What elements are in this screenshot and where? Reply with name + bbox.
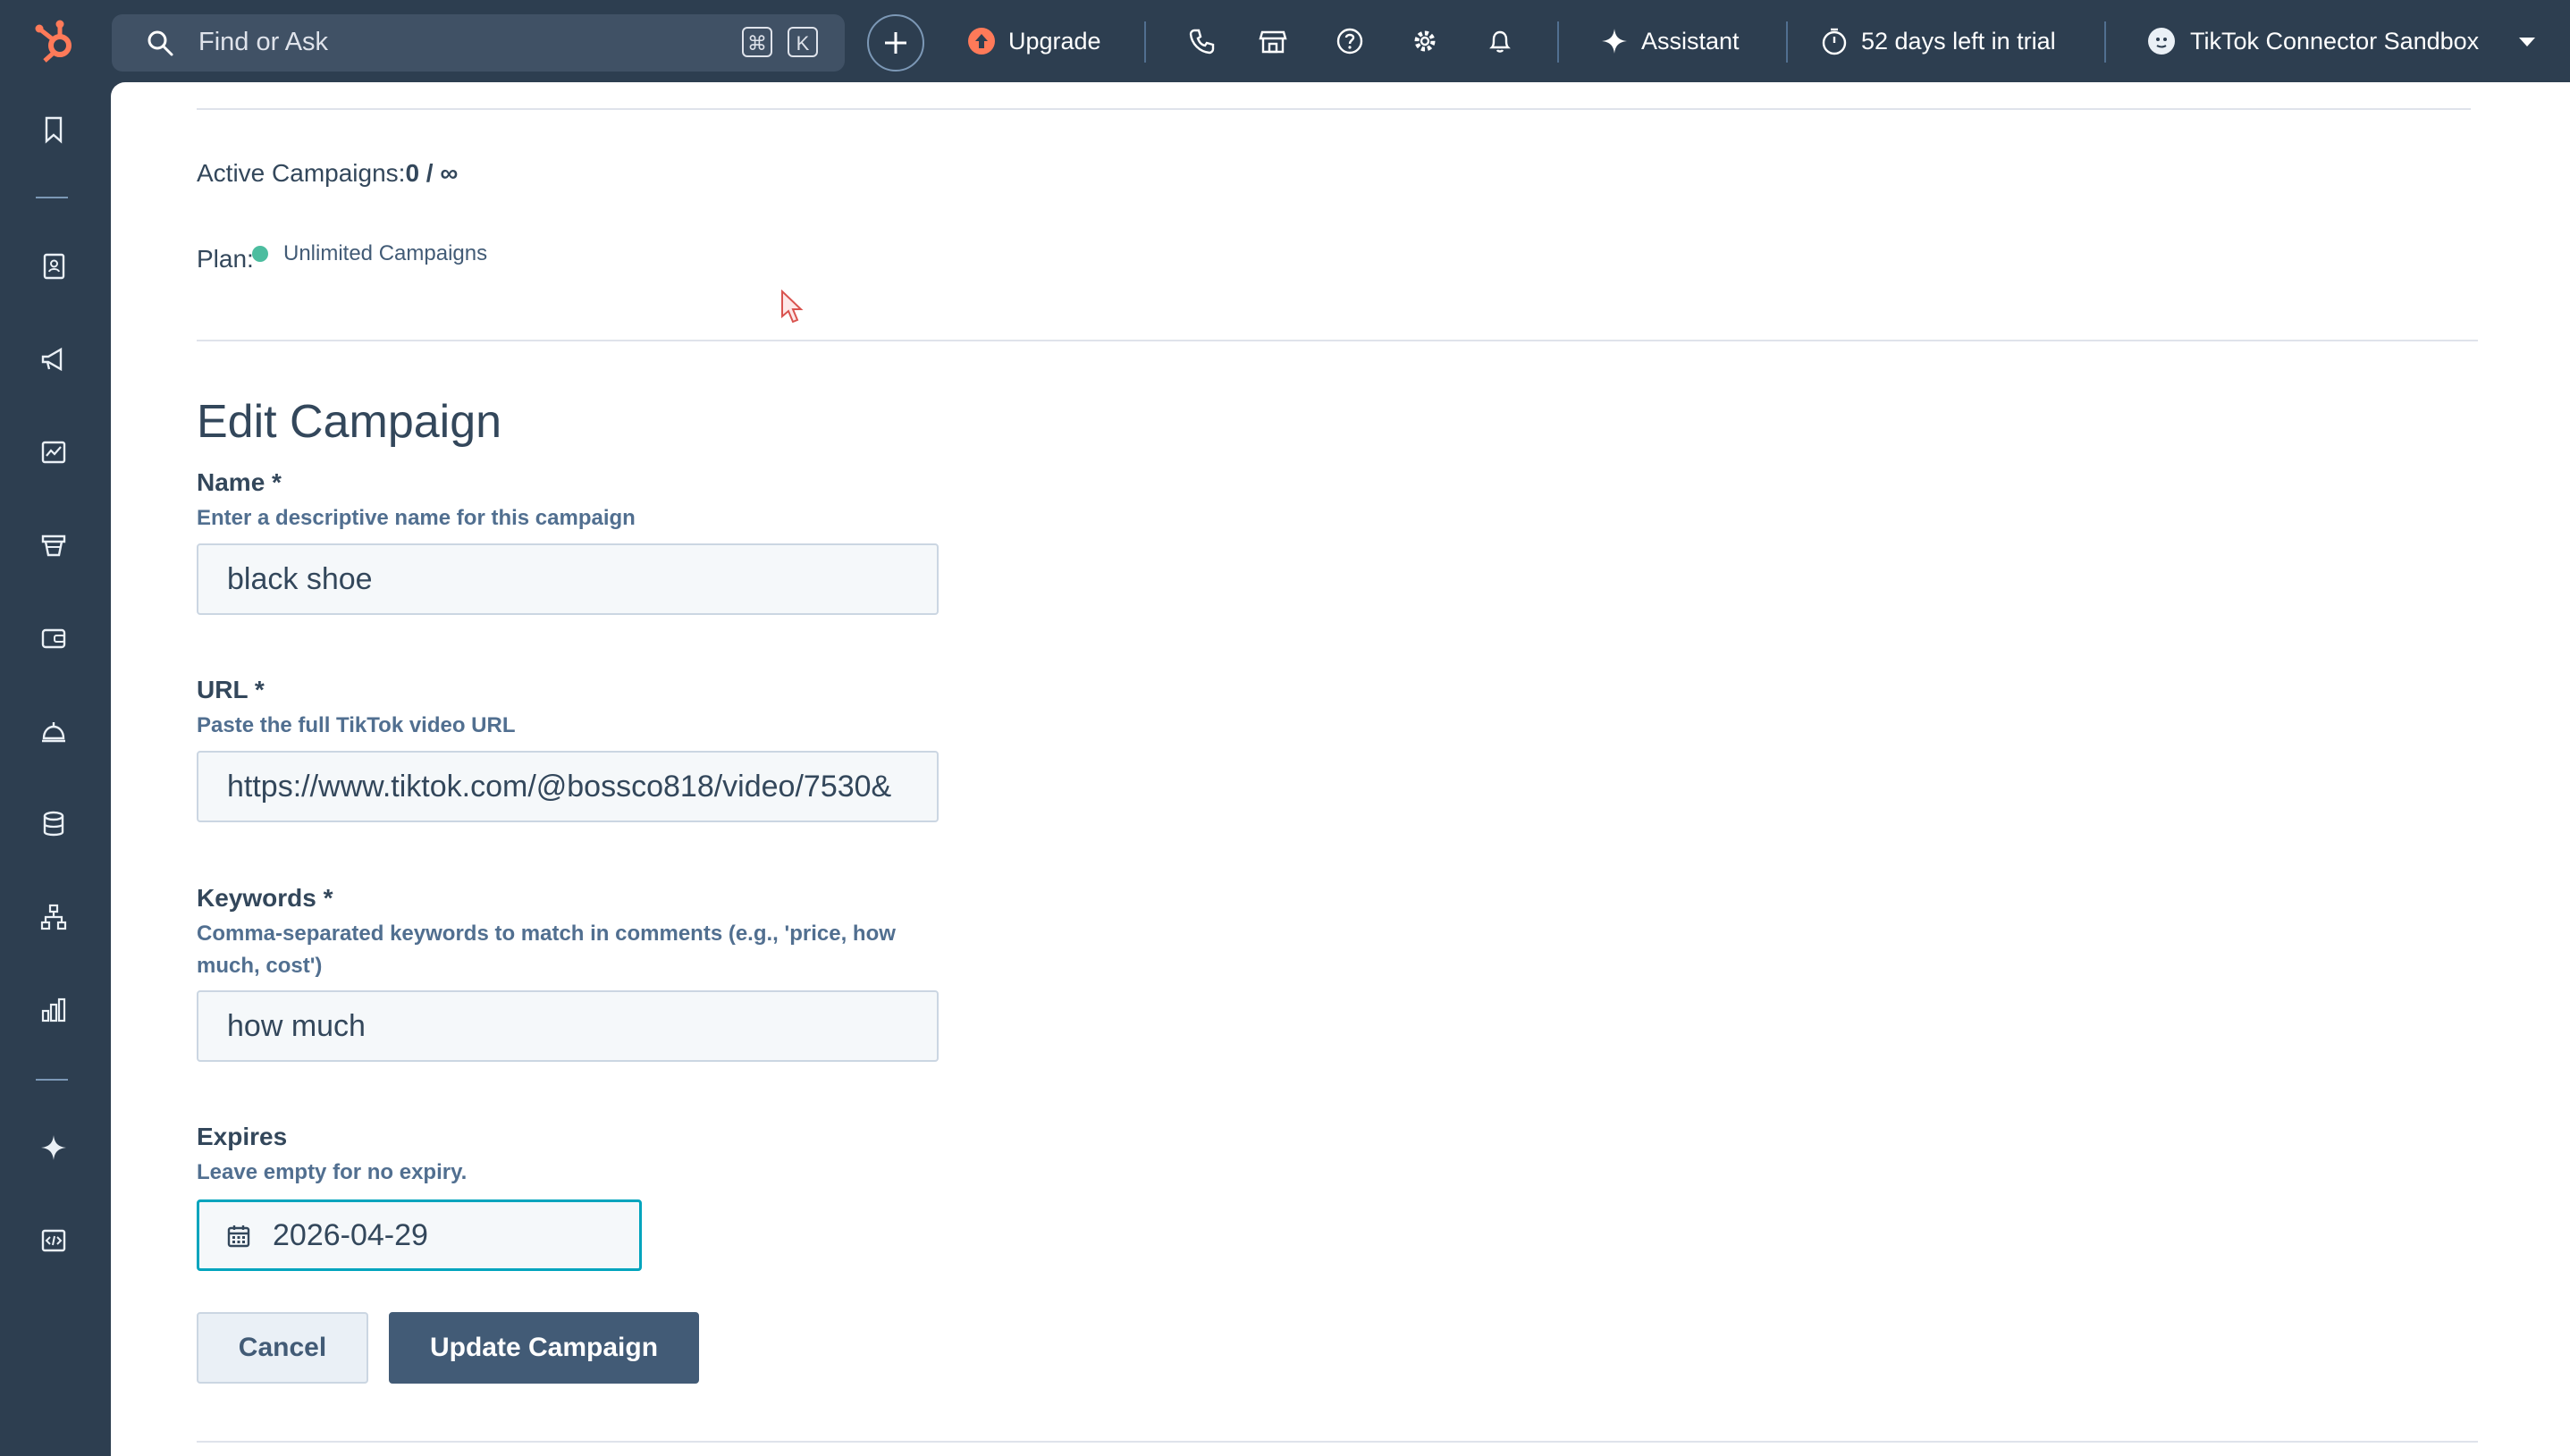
assistant-label: Assistant: [1641, 27, 1740, 55]
url-field-label: URL *: [197, 676, 265, 703]
breeze-sparkle-icon[interactable]: [39, 1133, 68, 1162]
left-sidebar: [0, 82, 111, 1456]
automation-workflow-icon[interactable]: [39, 903, 68, 931]
sparkle-icon: [1602, 29, 1627, 54]
timer-icon: [1822, 28, 1847, 55]
section-divider: [197, 1441, 2478, 1443]
chevron-down-icon[interactable]: [2519, 38, 2535, 46]
help-icon[interactable]: [1336, 27, 1364, 55]
update-campaign-button[interactable]: Update Campaign: [389, 1312, 699, 1384]
trial-label: 52 days left in trial: [1861, 27, 2056, 55]
commerce-icon[interactable]: [39, 531, 68, 560]
marketplace-icon[interactable]: [1259, 27, 1287, 55]
global-search-input[interactable]: Find or Ask ⌘ K: [112, 14, 845, 72]
active-campaigns-value: 0 / ∞: [405, 159, 459, 187]
name-field-label: Name *: [197, 468, 282, 496]
contacts-icon[interactable]: [39, 252, 68, 281]
expires-date-value: 2026-04-29: [273, 1218, 428, 1252]
topbar-divider: [1557, 21, 1559, 63]
plus-icon: [885, 32, 906, 54]
assistant-button[interactable]: Assistant: [1600, 0, 1740, 82]
expires-field-label: Expires: [197, 1123, 288, 1150]
page-title: Edit Campaign: [197, 396, 502, 448]
upgrade-button[interactable]: Upgrade: [967, 0, 1101, 82]
topbar-divider: [1144, 21, 1146, 63]
active-campaigns-label: Active Campaigns:: [197, 159, 406, 187]
calendar-icon: [227, 1225, 250, 1248]
service-bell-icon[interactable]: [39, 717, 68, 745]
mouse-pointer-icon: [781, 290, 804, 324]
marketing-megaphone-icon[interactable]: [39, 345, 68, 374]
expires-field-help: Leave empty for no expiry.: [197, 1160, 468, 1184]
expires-date-input[interactable]: 2026-04-29: [197, 1199, 642, 1271]
account-avatar-icon: [2148, 28, 2175, 55]
phone-icon[interactable]: [1187, 27, 1216, 55]
plan-value: Unlimited Campaigns: [283, 241, 488, 265]
topbar-divider: [2104, 21, 2106, 63]
account-menu-button[interactable]: TikTok Connector Sandbox: [2147, 0, 2479, 82]
section-divider: [197, 340, 2478, 341]
url-field-help: Paste the full TikTok video URL: [197, 713, 516, 737]
url-input[interactable]: https://www.tiktok.com/@bossco818/video/…: [197, 751, 939, 822]
settings-gear-icon[interactable]: [1411, 27, 1439, 55]
reporting-bar-chart-icon[interactable]: [39, 996, 68, 1024]
account-label: TikTok Connector Sandbox: [2190, 27, 2480, 55]
active-campaigns-stat: Active Campaigns:0 / ∞: [197, 159, 458, 188]
payments-wallet-icon[interactable]: [39, 624, 68, 652]
cancel-button[interactable]: Cancel: [197, 1312, 368, 1384]
search-icon: [147, 30, 173, 56]
main-content-panel: Active Campaigns:0 / ∞ Plan: Unlimited C…: [111, 82, 2570, 1456]
plan-label: Plan:: [197, 245, 254, 273]
keywords-input[interactable]: how much: [197, 990, 939, 1062]
shortcut-cmd-key: ⌘: [742, 27, 772, 57]
upgrade-label: Upgrade: [1008, 27, 1101, 55]
topbar-divider: [1786, 21, 1788, 63]
data-database-icon[interactable]: [39, 810, 68, 838]
section-divider: [197, 108, 2471, 110]
keywords-field-help: Comma-separated keywords to match in com…: [197, 922, 896, 978]
trial-status-button[interactable]: 52 days left in trial: [1820, 0, 2056, 82]
top-navigation-bar: Find or Ask ⌘ K Upgrade Assistant 52 day…: [0, 0, 2570, 82]
developer-code-icon[interactable]: [39, 1226, 68, 1255]
plan-status-dot: [252, 246, 268, 262]
shortcut-k-key: K: [788, 27, 818, 57]
sidebar-divider: [36, 1079, 68, 1081]
upgrade-arrow-icon: [968, 28, 995, 55]
name-input[interactable]: black shoe: [197, 543, 939, 615]
hubspot-logo-icon[interactable]: [32, 18, 79, 64]
keywords-field-label: Keywords *: [197, 884, 333, 912]
content-icon[interactable]: [39, 438, 68, 467]
notifications-bell-icon[interactable]: [1486, 27, 1514, 55]
create-new-button[interactable]: [867, 14, 924, 72]
bookmark-icon[interactable]: [39, 115, 68, 144]
sidebar-divider: [36, 197, 68, 198]
name-field-help: Enter a descriptive name for this campai…: [197, 506, 636, 530]
search-placeholder: Find or Ask: [198, 28, 329, 56]
